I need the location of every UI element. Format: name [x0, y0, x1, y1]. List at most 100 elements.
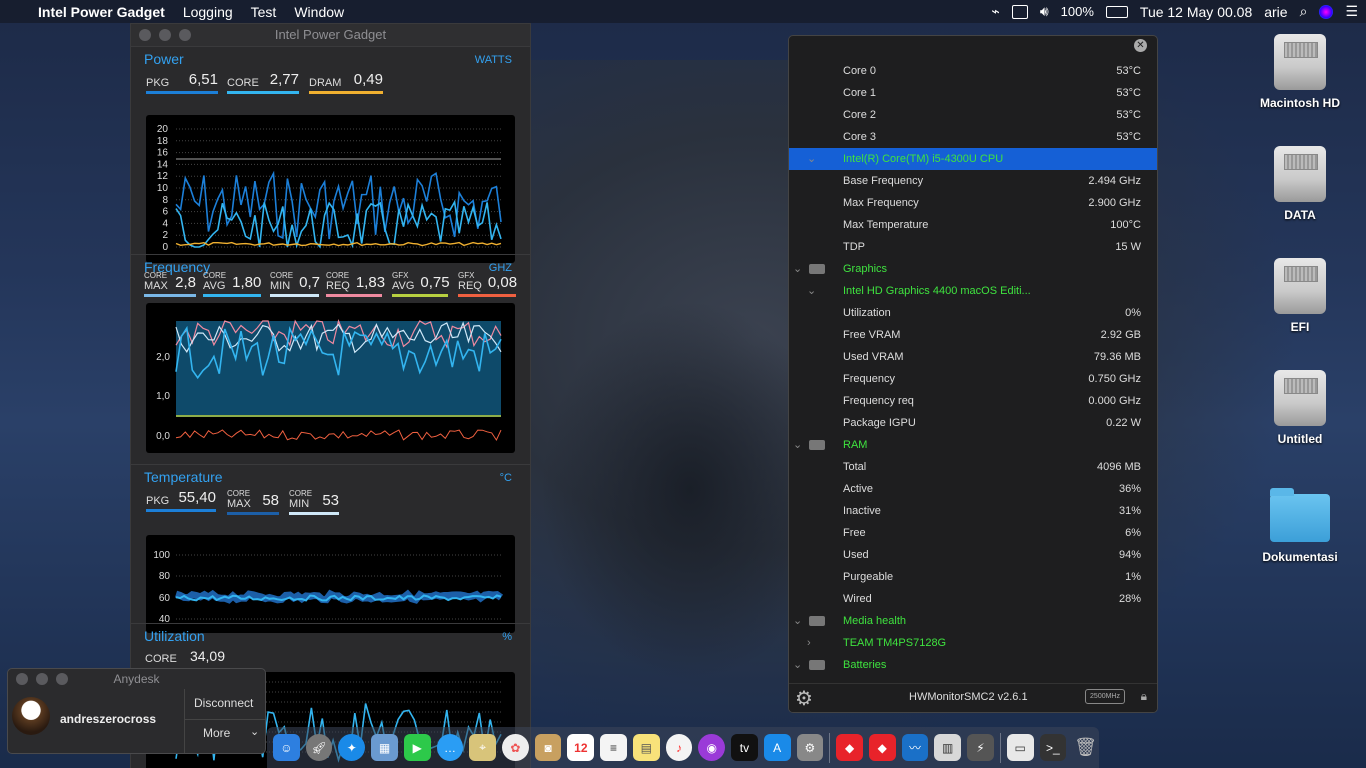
siri-icon[interactable] [1319, 4, 1334, 19]
sensor-row[interactable]: Free 6% [789, 522, 1157, 544]
sensor-row[interactable]: Package IGPU 0.22 W [789, 412, 1157, 434]
sensor-row[interactable]: Wired 28% [789, 588, 1157, 610]
chevron-down-icon[interactable]: ⌄ [793, 610, 802, 632]
window-titlebar[interactable]: Intel Power Gadget [131, 24, 530, 46]
apple-tv-icon[interactable]: tv [731, 734, 758, 761]
battery-icon[interactable] [1105, 5, 1128, 18]
sensor-row[interactable]: Frequency 0.750 GHz [789, 368, 1157, 390]
facetime-icon[interactable]: ▶ [403, 734, 431, 761]
finder-icon[interactable]: ☺ [273, 734, 300, 761]
contacts-icon[interactable]: ◙ [534, 734, 562, 761]
section-title: Power [144, 51, 184, 67]
system-preferences-icon[interactable]: ⚙ [796, 734, 824, 761]
launchpad-icon[interactable]: 🚀︎ [305, 734, 333, 761]
music-icon[interactable]: ♪ [665, 734, 693, 761]
chevron-down-icon[interactable]: ⌄ [793, 434, 802, 456]
sensor-row[interactable]: Inactive 31% [789, 500, 1157, 522]
notes-icon[interactable]: ▤ [632, 734, 660, 761]
window-titlebar[interactable]: Anydesk [8, 669, 265, 689]
calendar-icon[interactable]: 12 [567, 734, 595, 761]
podcasts-icon[interactable]: ◉ [698, 734, 726, 761]
desktop-icon-data[interactable]: DATA [1250, 146, 1350, 222]
app-menu[interactable]: Intel Power Gadget [38, 4, 165, 20]
sensor-group-row[interactable]: › TEAM TM4PS7128G [789, 632, 1157, 654]
sensor-group-row[interactable]: ⌄ RAM [789, 434, 1157, 456]
desktop-icon-macintosh-hd[interactable]: Macintosh HD [1250, 34, 1350, 110]
notification-center-icon[interactable]: ☰ [1345, 3, 1358, 20]
anydesk-dock-icon[interactable]: ◆ [836, 734, 863, 761]
more-button[interactable]: More [203, 726, 230, 740]
frequency-badge[interactable]: 2500MHz [1085, 689, 1125, 704]
preview-icon[interactable]: ▦ [371, 734, 398, 761]
photos-icon[interactable]: ✿ [502, 734, 529, 761]
sensor-row[interactable]: Max Frequency 2.900 GHz [789, 192, 1157, 214]
clock[interactable]: Tue 12 May 00.08 [1140, 4, 1252, 20]
sensor-row[interactable]: Core 3 53°C [789, 126, 1157, 148]
anydesk-status-icon[interactable]: ⌁ [991, 3, 999, 20]
sensor-row[interactable]: Active 36% [789, 478, 1157, 500]
close-window-button[interactable] [16, 673, 28, 685]
minimize-window-button[interactable] [159, 29, 171, 41]
sensor-row[interactable]: Core 2 53°C [789, 104, 1157, 126]
zoom-window-button[interactable] [179, 29, 191, 41]
gear-icon[interactable]: ⚙ [795, 686, 813, 711]
trash-icon[interactable]: 🗑︎ [1072, 734, 1099, 761]
sensor-group-row[interactable]: ⌄ Graphics [789, 258, 1157, 280]
sensor-row[interactable]: TDP 15 W [789, 236, 1157, 258]
hwmonitor-dock-icon[interactable]: ⚡︎ [967, 734, 994, 761]
sensor-group-row[interactable]: ⌄ Intel(R) Core(TM) i5-4300U CPU [789, 148, 1157, 170]
sensor-group-row[interactable]: ⌄ Batteries [789, 654, 1157, 676]
intel-power-gadget-dock-icon[interactable]: 〰 [901, 734, 929, 761]
spotlight-search-icon[interactable]: ⌕ [1300, 3, 1308, 20]
sensor-row[interactable]: Frequency req 0.000 GHz [789, 390, 1157, 412]
anydesk-alt-dock-icon[interactable]: ◆ [868, 734, 896, 761]
chevron-down-icon[interactable]: ⌄ [793, 654, 802, 676]
sensor-row[interactable]: Total 4096 MB [789, 456, 1157, 478]
sensor-row[interactable]: Core 0 53°C [789, 60, 1157, 82]
sensor-row[interactable]: Free VRAM 2.92 GB [789, 324, 1157, 346]
safari-icon[interactable]: ✦ [338, 734, 366, 761]
archive-utility-icon[interactable]: ▥ [934, 734, 962, 761]
chevron-right-icon[interactable]: › [807, 632, 811, 654]
messages-icon[interactable]: … [436, 734, 464, 761]
lock-icon[interactable]: 🔒︎ [1141, 689, 1147, 704]
volume-icon[interactable]: 🔊︎ [1040, 3, 1049, 20]
reminders-icon[interactable]: ≡ [600, 734, 627, 761]
chevron-down-icon[interactable]: ⌄ [807, 280, 816, 302]
sensor-row[interactable]: Core 1 53°C [789, 82, 1157, 104]
desktop-icon-untitled[interactable]: Untitled [1250, 370, 1350, 446]
close-window-button[interactable] [139, 29, 151, 41]
chevron-down-icon[interactable]: ⌄ [807, 148, 816, 170]
chevron-down-icon[interactable]: ⌄ [793, 258, 802, 280]
sensor-value: 79.36 MB [1093, 351, 1141, 363]
menu-test[interactable]: Test [251, 4, 277, 20]
group-icon [809, 660, 825, 670]
sensor-row[interactable]: Max Temperature 100°C [789, 214, 1157, 236]
menu-logging[interactable]: Logging [183, 4, 233, 20]
sensor-group-row[interactable]: ⌄ Media health [789, 610, 1157, 632]
maps-icon[interactable]: ⌖ [469, 734, 497, 761]
battery-percent[interactable]: 100% [1061, 4, 1094, 19]
document-icon[interactable]: ▭ [1006, 734, 1034, 761]
app-store-icon[interactable]: A [763, 734, 791, 761]
close-icon[interactable]: ✕ [1134, 39, 1147, 52]
sensor-group-row[interactable]: ⌄ Intel HD Graphics 4400 macOS Editi... [789, 280, 1157, 302]
minimize-window-button[interactable] [36, 673, 48, 685]
metric-gfx-avg: GFX AVG 0,75 [392, 271, 450, 297]
sensor-row[interactable]: Utilization 0% [789, 302, 1157, 324]
disconnect-button[interactable]: Disconnect [194, 696, 253, 710]
sensor-row[interactable]: Purgeable 1% [789, 566, 1157, 588]
desktop-icon-dokumentasi[interactable]: Dokumentasi [1250, 488, 1350, 564]
metric-label: CORE MIN [289, 489, 313, 510]
sensor-row[interactable]: Base Frequency 2.494 GHz [789, 170, 1157, 192]
sensor-row[interactable]: Used 94% [789, 544, 1157, 566]
chevron-down-icon[interactable]: ⌄ [250, 725, 259, 738]
sensor-value: 1% [1125, 571, 1141, 583]
user-menu[interactable]: arie [1264, 4, 1287, 20]
desktop-icon-efi[interactable]: EFI [1250, 258, 1350, 334]
sensor-row[interactable]: Used VRAM 79.36 MB [789, 346, 1157, 368]
activity-monitor-icon[interactable] [1011, 4, 1028, 19]
zoom-window-button[interactable] [56, 673, 68, 685]
terminal-icon[interactable]: >_ [1039, 734, 1067, 761]
menu-window[interactable]: Window [294, 4, 344, 20]
